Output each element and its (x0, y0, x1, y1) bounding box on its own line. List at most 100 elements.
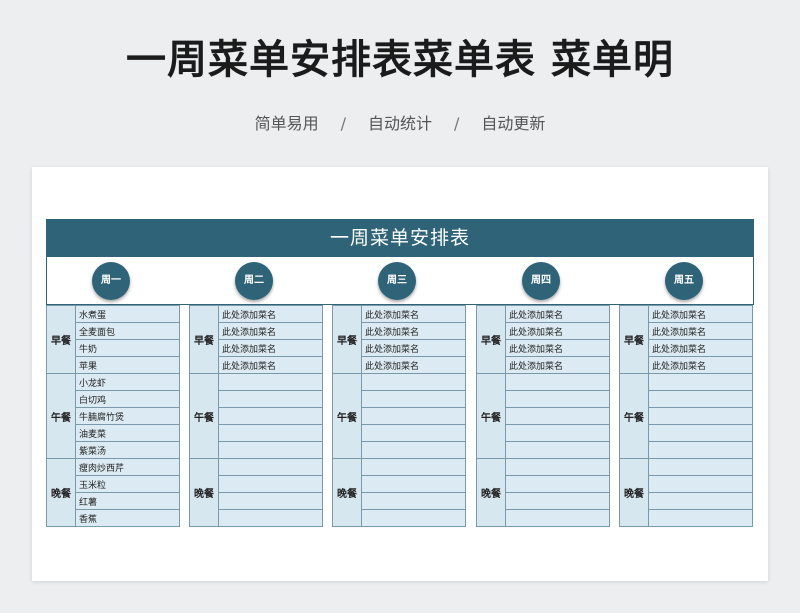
dish-cell[interactable] (505, 373, 610, 391)
dish-cell[interactable]: 瘦肉炒西芹 (75, 458, 180, 476)
dish-cell[interactable]: 此处添加菜名 (361, 339, 466, 357)
dish-cell[interactable]: 此处添加菜名 (648, 305, 753, 323)
dish-cell[interactable]: 全麦面包 (75, 322, 180, 340)
dish-cell[interactable] (218, 373, 323, 391)
dish-cell[interactable] (218, 424, 323, 442)
dish-cell[interactable] (218, 407, 323, 425)
dish-cell[interactable] (361, 458, 466, 476)
dish-cell[interactable]: 牛腩腐竹煲 (75, 407, 180, 425)
dish-cell[interactable] (361, 492, 466, 510)
dish-cell[interactable] (361, 441, 466, 459)
table-row: 晚餐 (619, 458, 753, 527)
meal-label: 晚餐 (46, 458, 76, 527)
dish-cell[interactable] (218, 509, 323, 527)
subtitle-item: 自动更新 (481, 114, 546, 133)
table-row: 午餐 (619, 373, 753, 459)
day-column: 早餐 此处添加菜名 此处添加菜名 此处添加菜名 此处添加菜名 午餐 晚餐 (476, 305, 610, 528)
dish-cell[interactable]: 红薯 (75, 492, 180, 510)
table-row: 早餐 此处添加菜名 (476, 305, 610, 374)
day-badge: 周四 (522, 262, 560, 300)
dish-cell[interactable] (648, 441, 753, 459)
dish-cell[interactable]: 此处添加菜名 (648, 339, 753, 357)
days-grid: 早餐 水煮蛋 全麦面包 牛奶 苹果 午餐 小龙虾 白切鸡 牛腩腐竹煲 油麦菜 紫菜汤 晚餐 瘦肉炒西芹玉… (46, 305, 754, 528)
dish-cell[interactable] (648, 390, 753, 408)
dish-cell[interactable]: 此处添加菜名 (505, 305, 610, 323)
dish-cell[interactable] (218, 390, 323, 408)
meal-label: 早餐 (619, 305, 649, 374)
dish-cell[interactable] (648, 458, 753, 476)
dish-cell[interactable]: 水煮蛋 (75, 305, 180, 323)
day-badge: 周二 (235, 262, 273, 300)
dish-cell[interactable] (361, 390, 466, 408)
table-row: 午餐 小龙虾 (46, 373, 180, 459)
dish-cell[interactable]: 此处添加菜名 (505, 356, 610, 374)
dish-cell[interactable]: 此处添加菜名 (361, 322, 466, 340)
dish-cell[interactable] (218, 492, 323, 510)
dish-cell[interactable]: 苹果 (75, 356, 180, 374)
dish-cell[interactable] (648, 475, 753, 493)
day-table: 早餐 此处添加菜名 此处添加菜名 此处添加菜名 此处添加菜名 午餐 晚餐 (619, 305, 753, 527)
dish-cell[interactable] (218, 458, 323, 476)
dish-cell[interactable] (505, 424, 610, 442)
table-row: 午餐 (189, 373, 323, 459)
day-table: 早餐 此处添加菜名 此处添加菜名 此处添加菜名 此处添加菜名 午餐 晚餐 (332, 305, 466, 527)
dish-cell[interactable] (361, 424, 466, 442)
table-row: 晚餐 (189, 458, 323, 527)
day-column: 早餐 此处添加菜名 此处添加菜名 此处添加菜名 此处添加菜名 午餐 晚餐 (619, 305, 753, 528)
dish-cell[interactable]: 香蕉 (75, 509, 180, 527)
subtitle-item: 自动统计 (367, 114, 432, 133)
dish-cell[interactable] (361, 407, 466, 425)
dish-cell[interactable] (648, 509, 753, 527)
sheet-title: 一周菜单安排表 (46, 219, 754, 257)
meal-label: 午餐 (619, 373, 649, 459)
subtitle-item: 简单易用 (254, 114, 319, 133)
day-column: 早餐 水煮蛋 全麦面包 牛奶 苹果 午餐 小龙虾 白切鸡 牛腩腐竹煲 油麦菜 紫菜汤 晚餐 瘦肉炒西芹玉… (46, 305, 180, 528)
dish-cell[interactable]: 此处添加菜名 (361, 356, 466, 374)
dish-cell[interactable]: 此处添加菜名 (218, 339, 323, 357)
meal-label: 晚餐 (619, 458, 649, 527)
subtitle-separator: / (340, 114, 346, 133)
dish-cell[interactable] (218, 441, 323, 459)
dish-cell[interactable]: 此处添加菜名 (361, 305, 466, 323)
dish-cell[interactable]: 小龙虾 (75, 373, 180, 391)
dish-cell[interactable] (218, 475, 323, 493)
dish-cell[interactable]: 此处添加菜名 (648, 322, 753, 340)
day-badge: 周一 (92, 262, 130, 300)
day-header-row: 周一 周二 周三 周四 周五 (46, 257, 754, 305)
table-row: 晚餐 (332, 458, 466, 527)
dish-cell[interactable] (648, 424, 753, 442)
dish-cell[interactable]: 紫菜汤 (75, 441, 180, 459)
dish-cell[interactable] (361, 373, 466, 391)
dish-cell[interactable] (361, 509, 466, 527)
dish-cell[interactable]: 白切鸡 (75, 390, 180, 408)
subtitle: 简单易用 / 自动统计 / 自动更新 (0, 113, 800, 135)
dish-cell[interactable] (505, 458, 610, 476)
dish-cell[interactable] (505, 475, 610, 493)
dish-cell[interactable]: 此处添加菜名 (505, 322, 610, 340)
dish-cell[interactable]: 此处添加菜名 (505, 339, 610, 357)
dish-cell[interactable]: 此处添加菜名 (218, 305, 323, 323)
dish-cell[interactable]: 此处添加菜名 (218, 356, 323, 374)
meal-label: 晚餐 (476, 458, 506, 527)
dish-cell[interactable]: 牛奶 (75, 339, 180, 357)
table-row: 晚餐 瘦肉炒西芹 (46, 458, 180, 527)
dish-cell[interactable]: 玉米粒 (75, 475, 180, 493)
dish-cell[interactable] (505, 390, 610, 408)
dish-cell[interactable] (361, 475, 466, 493)
page-title: 一周菜单安排表菜单表 菜单明 (126, 37, 674, 83)
dish-cell[interactable] (648, 407, 753, 425)
day-table: 早餐 水煮蛋 全麦面包 牛奶 苹果 午餐 小龙虾 白切鸡 牛腩腐竹煲 油麦菜 紫菜汤 晚餐 瘦肉炒西芹玉… (46, 305, 180, 527)
dish-cell[interactable]: 此处添加菜名 (218, 322, 323, 340)
dish-cell[interactable] (505, 441, 610, 459)
table-row: 午餐 (476, 373, 610, 459)
dish-cell[interactable]: 油麦菜 (75, 424, 180, 442)
dish-cell[interactable] (648, 373, 753, 391)
dish-cell[interactable] (505, 492, 610, 510)
dish-cell[interactable] (648, 492, 753, 510)
meal-label: 早餐 (189, 305, 219, 374)
subtitle-separator: / (454, 114, 460, 133)
table-row: 早餐 此处添加菜名 (189, 305, 323, 374)
dish-cell[interactable] (505, 407, 610, 425)
dish-cell[interactable]: 此处添加菜名 (648, 356, 753, 374)
dish-cell[interactable] (505, 509, 610, 527)
